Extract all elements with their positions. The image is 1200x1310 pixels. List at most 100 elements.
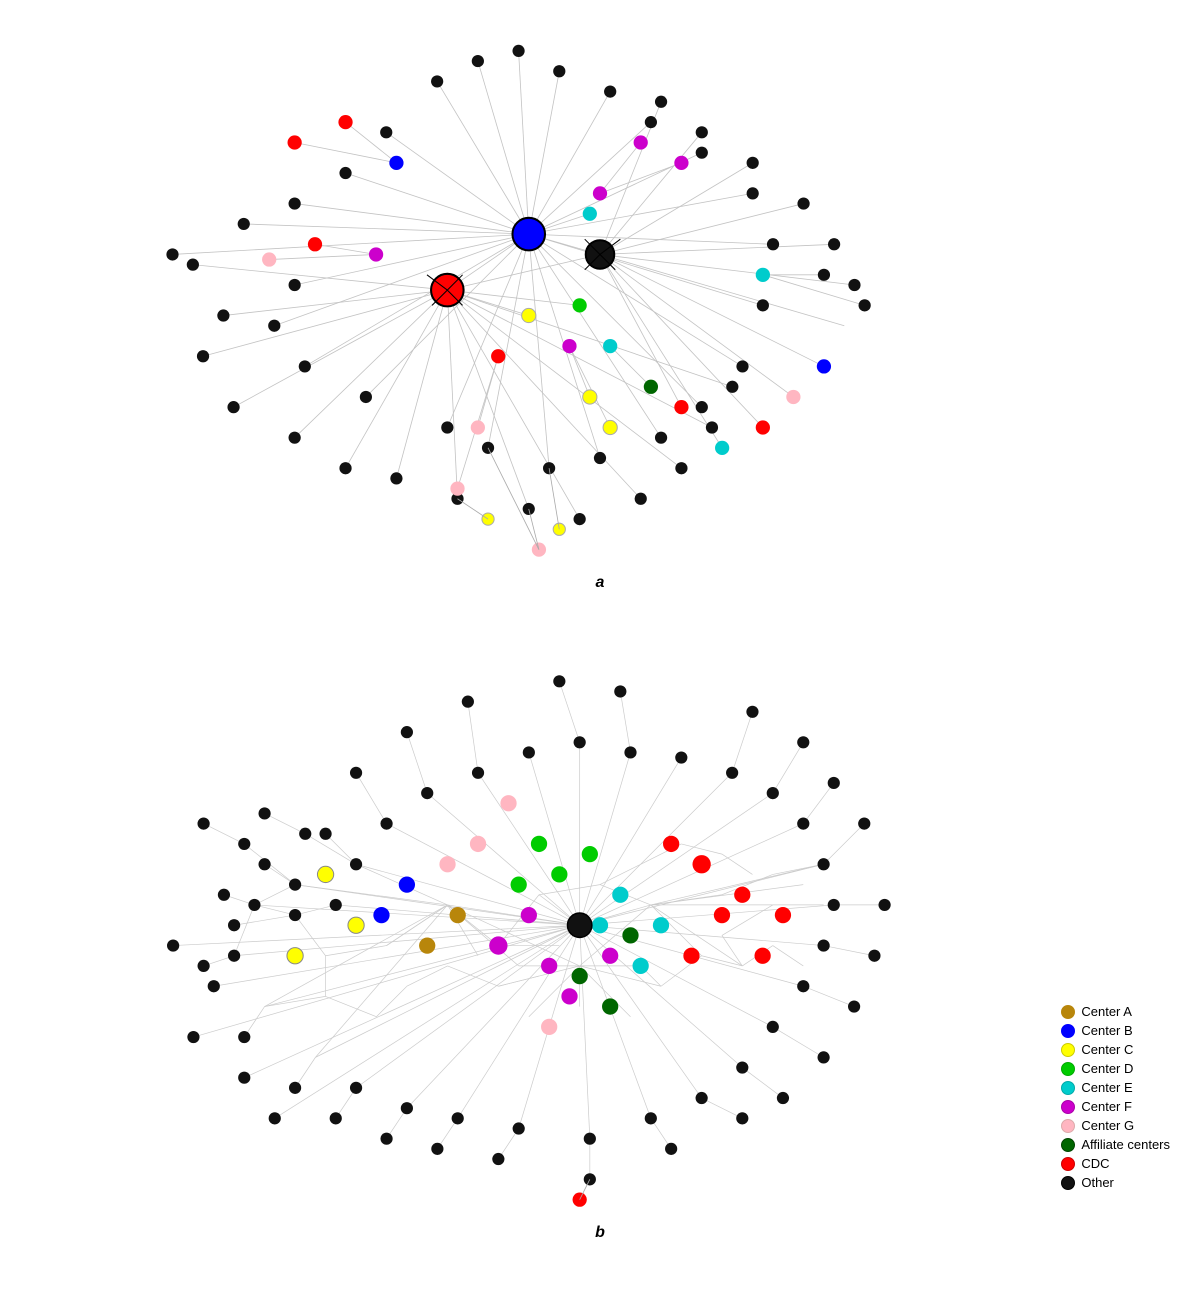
node-cyan [715,441,729,455]
node-red [692,855,710,873]
node-red [338,115,352,129]
node [828,899,840,911]
node [238,1031,250,1043]
legend-dot-affiliate [1061,1138,1075,1152]
node [818,858,830,870]
node-red [714,907,730,923]
node [350,767,362,779]
node [675,751,687,763]
node [208,980,220,992]
legend-label-center-a: Center A [1081,1004,1132,1019]
hub-node-blue [512,218,545,251]
node [584,1133,596,1145]
node-magenta [521,907,537,923]
legend-item-center-e: Center E [1061,1080,1170,1095]
node-pink [786,390,800,404]
node [258,807,270,819]
page-container: a [0,0,1200,1310]
node [859,299,871,311]
node [339,167,351,179]
node-darkgreen [644,380,658,394]
node [258,858,270,870]
node-magenta [602,948,618,964]
node [512,45,524,57]
node-cyan [583,207,597,221]
node [777,1092,789,1104]
node-green [511,876,527,892]
node [401,1102,413,1114]
network-svg-b [0,600,1200,1220]
node [289,432,301,444]
node-cyan [603,339,617,353]
node [360,391,372,403]
legend-dot-center-g [1061,1119,1075,1133]
node-cyan [612,887,628,903]
node-green [582,846,598,862]
node [441,421,453,433]
node-pink [439,856,455,872]
node [747,157,759,169]
node [747,187,759,199]
node-magenta [562,339,576,353]
legend-item-center-g: Center G [1061,1118,1170,1133]
node [574,736,586,748]
node-darkgreen [572,968,588,984]
node [350,1082,362,1094]
legend-dot-center-f [1061,1100,1075,1114]
network-section-a: a [0,0,1200,600]
node-brown [419,937,435,953]
node [848,1000,860,1012]
node [380,126,392,138]
node-magenta [561,988,577,1004]
node [696,401,708,413]
node [624,746,636,758]
node-darkgreen [602,998,618,1014]
node-red [491,349,505,363]
node [736,1112,748,1124]
node [492,1153,504,1165]
node [269,1112,281,1124]
legend-label-center-f: Center F [1081,1099,1132,1114]
node [868,950,880,962]
node [726,767,738,779]
legend-label-other: Other [1081,1175,1114,1190]
legend-dot-cdc [1061,1157,1075,1171]
node [421,787,433,799]
node-blue [389,156,403,170]
node [767,1021,779,1033]
node [289,1082,301,1094]
legend-label-center-b: Center B [1081,1023,1132,1038]
legend-dot-center-a [1061,1005,1075,1019]
node [655,96,667,108]
legend-item-center-c: Center C [1061,1042,1170,1057]
node [452,1112,464,1124]
node-magenta [674,156,688,170]
node [604,86,616,98]
node [167,939,179,951]
node [390,472,402,484]
node [431,75,443,87]
node-pink [262,252,276,266]
node [513,1122,525,1134]
node-red [756,420,770,434]
legend-label-center-e: Center E [1081,1080,1132,1095]
node [462,696,474,708]
node [645,116,657,128]
node [818,269,830,281]
node [289,909,301,921]
node [553,65,565,77]
node [797,818,809,830]
network-section-b: Center A Center B Center C Center D Cent… [0,600,1200,1250]
node [166,248,178,260]
node [227,401,239,413]
node [767,787,779,799]
node [472,55,484,67]
node-pink [450,481,464,495]
node [330,899,342,911]
node-darkgreen [622,927,638,943]
node [655,432,667,444]
node-pink-bottom [532,543,546,557]
node-pink [500,795,516,811]
node [726,381,738,393]
node-cyan [756,268,770,282]
